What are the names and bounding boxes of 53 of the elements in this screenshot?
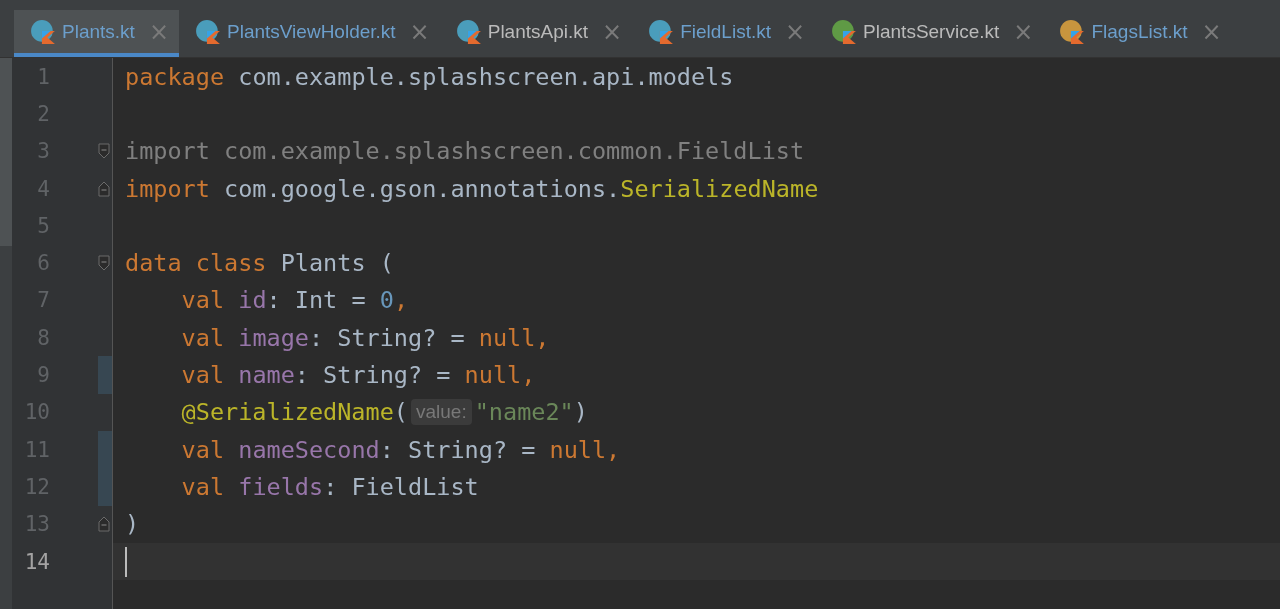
editor-tab[interactable]: Plants.kt × <box>14 10 179 57</box>
property-name: fields <box>238 472 324 501</box>
keyword: package <box>125 62 225 91</box>
code-text: : FieldList <box>323 472 479 501</box>
keyword: val <box>180 286 225 315</box>
property-name: name <box>238 361 295 389</box>
code-text: ) <box>125 510 140 539</box>
editor-tab[interactable]: PlantsViewHolder.kt × <box>179 10 440 57</box>
scrollbar-thumb[interactable] <box>0 58 12 246</box>
code-text: Plants ( <box>280 249 394 278</box>
keyword: val <box>180 361 225 389</box>
property-name: image <box>238 323 309 352</box>
code-text: com.google.gson.annotations. <box>224 174 621 203</box>
number-literal: 0 <box>379 286 394 315</box>
code-text: : String? = <box>294 361 452 389</box>
annotation: SerializedName <box>620 174 819 203</box>
close-icon[interactable]: × <box>602 17 623 46</box>
fold-icon[interactable] <box>98 143 110 160</box>
editor-tab[interactable]: PlantsApi.kt × <box>439 10 633 57</box>
property-name: id <box>238 286 267 315</box>
unused-import: import com.example.splashscreen.common.FieldList <box>125 137 805 166</box>
text-caret <box>125 546 127 577</box>
fold-icon[interactable] <box>98 255 110 272</box>
code-text: : Int = <box>266 286 367 315</box>
keyword: data class <box>125 249 267 278</box>
close-icon[interactable]: × <box>148 17 169 46</box>
keyword: val <box>180 435 225 464</box>
code-text: : String? = <box>309 323 466 352</box>
fold-icon[interactable] <box>98 180 110 197</box>
keyword: , <box>393 286 409 315</box>
code-text: com.example.splashscreen.api.models <box>238 62 734 91</box>
property-name: nameSecond <box>238 435 380 464</box>
keyword: null, <box>464 361 536 389</box>
keyword: null, <box>549 435 621 464</box>
code-text: : String? = <box>379 435 537 464</box>
keyword: import <box>125 174 210 203</box>
close-icon[interactable]: × <box>1013 17 1034 46</box>
close-icon[interactable]: × <box>784 17 806 46</box>
annotation: @SerializedName <box>180 398 394 427</box>
parameter-hint: value: <box>411 399 472 426</box>
string-literal: "name2" <box>474 398 574 427</box>
line-number: 14 <box>23 549 50 574</box>
code-text: ) <box>573 398 588 427</box>
editor-tab[interactable]: PlantsService.kt × <box>815 10 1044 57</box>
editor-tab[interactable]: FlagsList.kt × <box>1043 10 1232 57</box>
keyword: null, <box>478 323 550 352</box>
close-icon[interactable]: × <box>409 17 430 46</box>
keyword: val <box>180 323 225 352</box>
editor-tab[interactable]: FieldList.kt × <box>632 10 816 57</box>
keyword: val <box>180 472 225 501</box>
close-icon[interactable]: × <box>1201 17 1222 46</box>
code-text: ( <box>393 398 408 427</box>
fold-icon[interactable] <box>98 516 110 533</box>
